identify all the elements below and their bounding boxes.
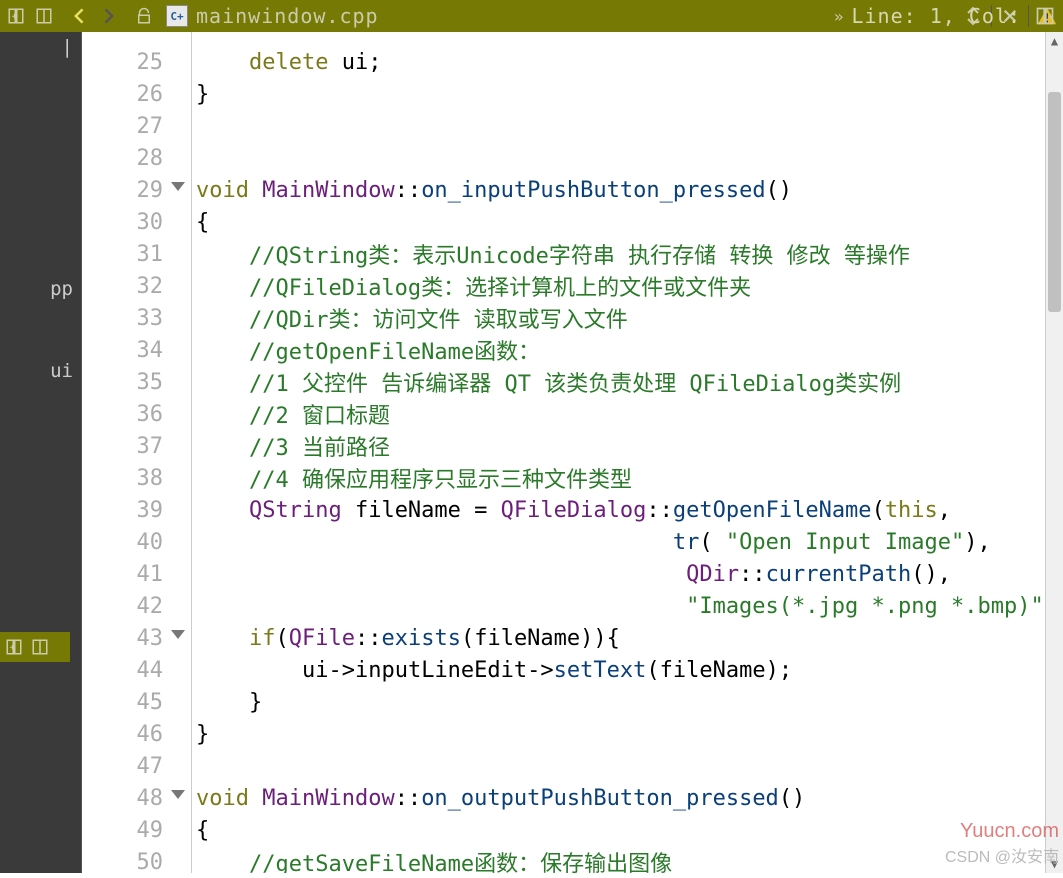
line-number: 40	[82, 526, 191, 558]
line-number: 36	[82, 398, 191, 430]
scroll-up-button[interactable]: ▲	[1046, 32, 1063, 50]
code-line[interactable]: //getSaveFileName函数：保存输出图像	[192, 846, 1063, 873]
nav-back-button[interactable]	[66, 2, 94, 30]
split-view-button[interactable]	[30, 2, 58, 30]
code-line[interactable]	[192, 750, 1063, 782]
filename-label: mainwindow.cpp	[196, 4, 379, 28]
code-line[interactable]: //QString类：表示Unicode字符串 执行存储 转换 修改 等操作	[192, 238, 1063, 270]
lock-icon[interactable]	[130, 2, 158, 30]
line-number: 42	[82, 590, 191, 622]
code-line[interactable]: //2 窗口标题	[192, 398, 1063, 430]
cursor-position-label[interactable]: Line: 1, Col:	[851, 4, 1021, 28]
code-line[interactable]: //getOpenFileName函数：	[192, 334, 1063, 366]
code-line[interactable]: if(QFile::exists(fileName)){	[192, 622, 1063, 654]
line-number: 30	[82, 206, 191, 238]
line-number: 33	[82, 302, 191, 334]
code-line[interactable]: //QDir类：访问文件 读取或写入文件	[192, 302, 1063, 334]
code-line[interactable]: void MainWindow::on_outputPushButton_pre…	[192, 782, 1063, 814]
line-number: 49	[82, 814, 191, 846]
svg-text:+: +	[10, 643, 16, 653]
more-indicator-icon: »	[834, 7, 844, 26]
line-number: 50	[82, 846, 191, 878]
code-line[interactable]: //1 父控件 告诉编译器 QT 该类负责处理 QFileDialog类实例	[192, 366, 1063, 398]
line-number: 46	[82, 718, 191, 750]
line-number: 44	[82, 654, 191, 686]
code-line[interactable]: QDir::currentPath(),	[192, 558, 1063, 590]
line-number: 31	[82, 238, 191, 270]
line-number: 37	[82, 430, 191, 462]
cpp-file-icon	[166, 5, 188, 27]
watermark-author: CSDN @汝安南	[945, 843, 1059, 867]
code-line[interactable]: //QFileDialog类：选择计算机上的文件或文件夹	[192, 270, 1063, 302]
code-line[interactable]: }	[192, 78, 1063, 110]
left-panel: | pp ui +	[0, 32, 82, 873]
code-line[interactable]: }	[192, 686, 1063, 718]
code-area[interactable]: delete ui;}void MainWindow::on_inputPush…	[192, 32, 1063, 873]
scroll-thumb[interactable]	[1048, 92, 1061, 312]
line-number: 39	[82, 494, 191, 526]
code-line[interactable]: {	[192, 814, 1063, 846]
code-line[interactable]: QString fileName = QFileDialog::getOpenF…	[192, 494, 1063, 526]
line-number: 34	[82, 334, 191, 366]
fold-arrow-icon[interactable]	[171, 790, 185, 799]
code-line[interactable]	[192, 110, 1063, 142]
svg-text:+: +	[1048, 11, 1054, 22]
nav-forward-button[interactable]	[94, 2, 122, 30]
code-editor[interactable]: 2526272829303132333435363738394041424344…	[82, 32, 1063, 873]
line-number: 27	[82, 110, 191, 142]
fold-arrow-icon[interactable]	[171, 182, 185, 191]
line-number: 38	[82, 462, 191, 494]
line-number: 28	[82, 142, 191, 174]
line-number: 48	[82, 782, 191, 814]
line-number: 25	[82, 46, 191, 78]
line-number: 29	[82, 174, 191, 206]
code-line[interactable]: delete ui;	[192, 46, 1063, 78]
fold-arrow-icon[interactable]	[171, 630, 185, 639]
code-line[interactable]: ui->inputLineEdit->setText(fileName);	[192, 654, 1063, 686]
sidebar-toggle-button[interactable]: +	[1031, 2, 1059, 30]
line-number: 26	[82, 78, 191, 110]
line-number-gutter: 2526272829303132333435363738394041424344…	[82, 32, 192, 873]
watermark-site: Yuucn.com	[960, 820, 1059, 843]
vertical-scrollbar[interactable]: ▲ ▼	[1045, 32, 1063, 873]
code-line[interactable]: }	[192, 718, 1063, 750]
line-number: 41	[82, 558, 191, 590]
line-number: 43	[82, 622, 191, 654]
code-line[interactable]	[192, 142, 1063, 174]
left-mid-toolbar: +	[0, 632, 70, 662]
code-line[interactable]: void MainWindow::on_inputPushButton_pres…	[192, 174, 1063, 206]
code-line[interactable]: //3 当前路径	[192, 430, 1063, 462]
line-number: 47	[82, 750, 191, 782]
line-number: 45	[82, 686, 191, 718]
left-panel-item-ui[interactable]: ui	[50, 360, 73, 382]
code-line[interactable]: //4 确保应用程序只显示三种文件类型	[192, 462, 1063, 494]
left-panel-item-top: |	[62, 36, 73, 58]
left-add-split-button[interactable]: +	[2, 633, 26, 661]
left-split-button[interactable]	[28, 633, 52, 661]
add-split-button[interactable]: +	[2, 2, 30, 30]
code-line[interactable]: "Images(*.jpg *.png *.bmp)");	[192, 590, 1063, 622]
svg-text:+: +	[12, 12, 18, 22]
left-panel-item-cpp[interactable]: pp	[50, 278, 73, 300]
code-line[interactable]: tr( "Open Input Image"),	[192, 526, 1063, 558]
code-line[interactable]: {	[192, 206, 1063, 238]
line-number: 35	[82, 366, 191, 398]
line-number: 32	[82, 270, 191, 302]
editor-toolbar: + mainwindow.cpp » Line: 1, Col: +	[0, 0, 1063, 32]
